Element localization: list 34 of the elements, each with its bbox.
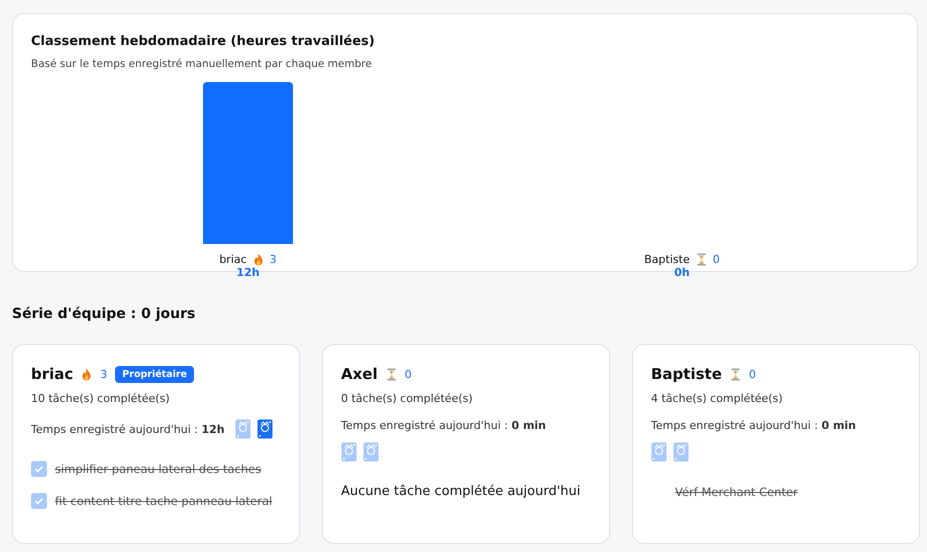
time-logged-text: Temps enregistré aujourd'hui : 0 min xyxy=(651,419,856,432)
hourglass-icon xyxy=(730,368,741,380)
hours-value: 12h xyxy=(236,266,260,279)
completed-count: 4 tâche(s) complétée(s) xyxy=(651,392,784,405)
time-logged-text: Temps enregistré aujourd'hui : 12h xyxy=(31,422,225,436)
time-logged-text: Temps enregistré aujourd'hui : 0 min xyxy=(341,419,546,432)
member-name: Baptiste xyxy=(644,253,690,266)
leaderboard-subtitle: Basé sur le temps enregistré manuellement par chaque membre xyxy=(31,58,373,70)
streak-count: 0 xyxy=(712,253,720,266)
streak-count: 3 xyxy=(100,368,108,380)
empty-message: Aucune tâche complétée aujourd'hui xyxy=(341,484,582,499)
checkbox[interactable] xyxy=(31,461,47,477)
task-text: simplifier paneau lateral des taches xyxy=(55,462,262,476)
member-name: Axel xyxy=(341,365,378,383)
task-text: fit content titre tache panneau lateral xyxy=(55,494,272,508)
hourglass-icon xyxy=(696,253,707,266)
leaderboard-title: Classement hebdomadaire (heures travaillées) xyxy=(31,34,376,49)
streak-count: 0 xyxy=(748,368,756,380)
completed-count: 0 tâche(s) complétée(s) xyxy=(341,392,474,405)
flame-icon xyxy=(81,368,92,380)
member-name: briac xyxy=(219,253,247,266)
streak-count: 0 xyxy=(404,368,412,380)
streak-count: 3 xyxy=(270,253,277,266)
completed-count: 10 tâche(s) complétée(s) xyxy=(31,392,171,405)
joker-card-icon[interactable] xyxy=(256,419,273,439)
role-badge: Propriétaire xyxy=(115,366,194,382)
checkbox[interactable] xyxy=(31,493,47,509)
hours-value: 0h xyxy=(674,266,690,279)
flame-icon xyxy=(252,253,264,266)
task-text: Vérf Merchant Center xyxy=(675,485,798,499)
member-name: Baptiste xyxy=(651,365,722,383)
hourglass-icon xyxy=(386,368,397,380)
team-streak-heading: Série d'équipe : 0 jours xyxy=(12,306,196,322)
member-name: briac xyxy=(31,365,74,383)
